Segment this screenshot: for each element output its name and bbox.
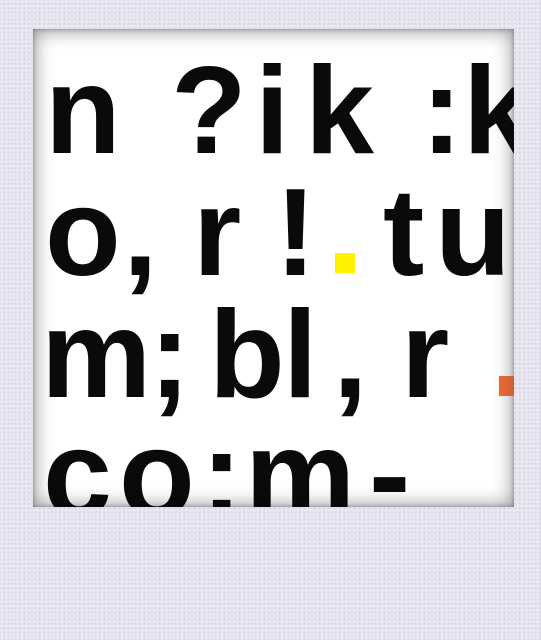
glyph: o [119,406,195,508]
text-line-1: n ? i k : k [33,49,514,174]
glyph: ? [171,42,247,180]
text-line-2: o , r ! t u [33,171,514,296]
text-line-3: m ; b l , r [33,293,514,418]
glyph: k [305,42,374,180]
polaroid-photo: n ? i k : k o , r ! t u m ; b l , r c o … [33,29,514,507]
glyph: t [383,164,425,302]
glyph: l [283,286,318,424]
glyph: , [123,164,158,302]
polaroid-frame: n ? i k : k o , r ! t u m ; b l , r c o … [0,0,541,640]
glyph: u [435,164,511,302]
glyph: : [201,406,243,508]
yellow-dot [335,253,355,273]
glyph: r [193,164,242,302]
glyph: m [41,286,152,424]
glyph: n [45,42,121,180]
glyph: , [333,286,368,424]
glyph: ; [149,286,191,424]
glyph: k [463,42,514,180]
glyph: ! [275,164,317,302]
glyph: c [43,406,112,508]
glyph: b [209,286,285,424]
glyph: r [401,286,450,424]
text-line-4: c o : m - [33,406,514,508]
orange-dot [499,376,514,396]
glyph: o [45,164,121,302]
glyph: m [245,406,356,508]
glyph: i [255,42,290,180]
glyph: - [369,406,411,508]
glyph: : [421,42,463,180]
